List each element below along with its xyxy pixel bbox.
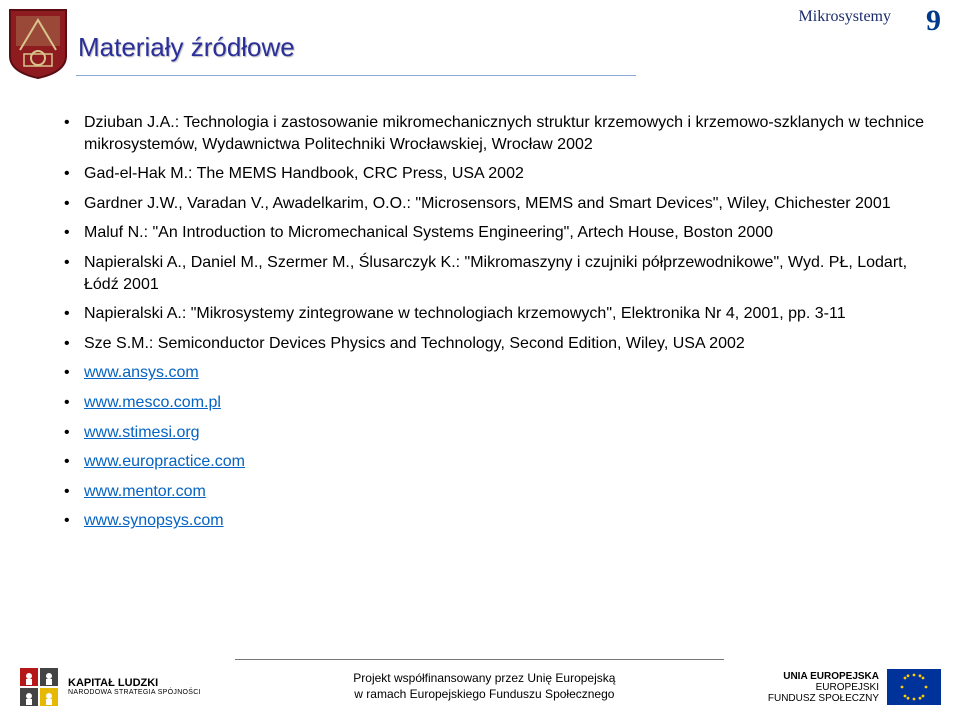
content-area: Dziuban J.A.: Technologia i zastosowanie… bbox=[0, 112, 959, 532]
title-bar: Materiały źródłowe bbox=[76, 32, 636, 76]
footer-line2: w ramach Europejskiego Funduszu Społeczn… bbox=[201, 687, 768, 703]
list-item: www.stimesi.org bbox=[60, 422, 927, 444]
list-item: Dziuban J.A.: Technologia i zastosowanie… bbox=[60, 112, 927, 155]
reference-link[interactable]: www.europractice.com bbox=[84, 453, 245, 470]
reference-link[interactable]: www.ansys.com bbox=[84, 364, 199, 381]
header: Mikrosystemy 9 Materiały źródłowe bbox=[0, 0, 959, 112]
footer: KAPITAŁ LUDZKI NARODOWA STRATEGIA SPÓJNO… bbox=[0, 659, 959, 715]
list-item: www.ansys.com bbox=[60, 362, 927, 384]
reference-link[interactable]: www.synopsys.com bbox=[84, 512, 224, 529]
page-number: 9 bbox=[926, 4, 941, 38]
footer-text: Projekt współfinansowany przez Unię Euro… bbox=[201, 671, 768, 702]
list-item: Sze S.M.: Semiconductor Devices Physics … bbox=[60, 333, 927, 355]
reference-text: Napieralski A.: "Mikrosystemy zintegrowa… bbox=[84, 305, 846, 322]
reference-link[interactable]: www.mesco.com.pl bbox=[84, 394, 221, 411]
kl-title: KAPITAŁ LUDZKI bbox=[68, 677, 201, 689]
reference-text: Maluf N.: "An Introduction to Micromecha… bbox=[84, 224, 773, 241]
slide: Mikrosystemy 9 Materiały źródłowe Dziuba… bbox=[0, 0, 959, 725]
list-item: Napieralski A., Daniel M., Szermer M., Ś… bbox=[60, 252, 927, 295]
list-item: www.synopsys.com bbox=[60, 510, 927, 532]
reference-text: Gardner J.W., Varadan V., Awadelkarim, O… bbox=[84, 195, 891, 212]
list-item: www.mentor.com bbox=[60, 481, 927, 503]
footer-divider bbox=[235, 659, 724, 660]
reference-text: Gad-el-Hak M.: The MEMS Handbook, CRC Pr… bbox=[84, 165, 524, 182]
kl-subtitle: NARODOWA STRATEGIA SPÓJNOŚCI bbox=[68, 689, 201, 697]
institution-logo bbox=[6, 6, 70, 80]
kl-icon bbox=[18, 666, 60, 708]
eu-logo: UNIA EUROPEJSKA EUROPEJSKI FUNDUSZ SPOŁE… bbox=[768, 669, 941, 705]
list-item: Gad-el-Hak M.: The MEMS Handbook, CRC Pr… bbox=[60, 163, 927, 185]
eu-flag-icon bbox=[887, 669, 941, 705]
list-item: www.mesco.com.pl bbox=[60, 392, 927, 414]
reference-link[interactable]: www.mentor.com bbox=[84, 483, 206, 500]
slide-title: Materiały źródłowe bbox=[76, 32, 636, 63]
reference-text: Dziuban J.A.: Technologia i zastosowanie… bbox=[84, 114, 924, 153]
footer-line1: Projekt współfinansowany przez Unię Euro… bbox=[201, 671, 768, 687]
eu-sub2: FUNDUSZ SPOŁECZNY bbox=[768, 693, 879, 704]
course-label: Mikrosystemy bbox=[799, 8, 891, 26]
reference-text: Napieralski A., Daniel M., Szermer M., Ś… bbox=[84, 254, 907, 293]
shield-icon bbox=[6, 6, 70, 80]
eu-text: UNIA EUROPEJSKA EUROPEJSKI FUNDUSZ SPOŁE… bbox=[768, 671, 879, 704]
list-item: Napieralski A.: "Mikrosystemy zintegrowa… bbox=[60, 303, 927, 325]
list-item: Maluf N.: "An Introduction to Micromecha… bbox=[60, 222, 927, 244]
reference-list: Dziuban J.A.: Technologia i zastosowanie… bbox=[60, 112, 927, 532]
list-item: Gardner J.W., Varadan V., Awadelkarim, O… bbox=[60, 193, 927, 215]
kapital-ludzki-logo: KAPITAŁ LUDZKI NARODOWA STRATEGIA SPÓJNO… bbox=[18, 666, 201, 708]
reference-text: Sze S.M.: Semiconductor Devices Physics … bbox=[84, 335, 745, 352]
kl-text: KAPITAŁ LUDZKI NARODOWA STRATEGIA SPÓJNO… bbox=[68, 677, 201, 697]
list-item: www.europractice.com bbox=[60, 451, 927, 473]
eu-sub1: EUROPEJSKI bbox=[768, 682, 879, 693]
eu-title: UNIA EUROPEJSKA bbox=[768, 671, 879, 682]
reference-link[interactable]: www.stimesi.org bbox=[84, 424, 200, 441]
